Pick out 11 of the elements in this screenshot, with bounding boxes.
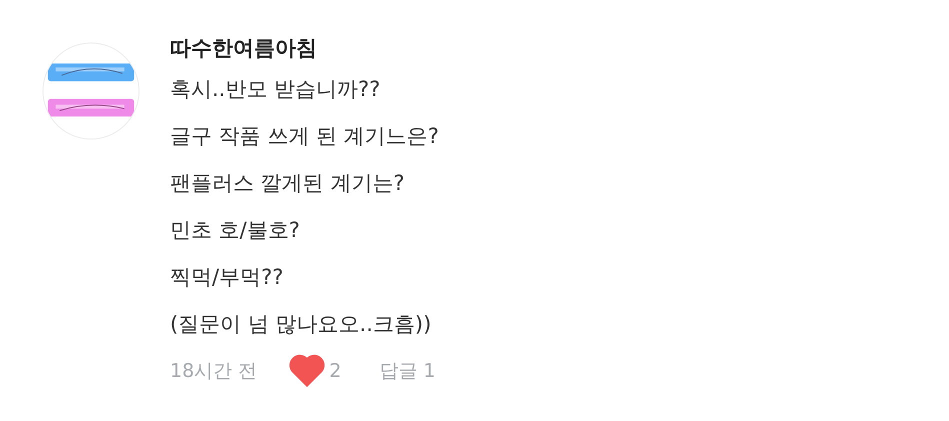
comment-text: 혹시..반모 받습니까??	[170, 76, 382, 103]
comment-text: 팬플러스 깔게된 계기는?	[170, 170, 406, 197]
reply-button[interactable]: 답글 1	[379, 358, 436, 384]
comment-text: 민초 호/불호?	[170, 217, 301, 244]
like-button[interactable]: 2	[289, 354, 342, 387]
comment-text: 찍먹/부먹??	[170, 264, 284, 291]
timestamp: 18시간 전	[170, 358, 258, 384]
like-count: 2	[329, 360, 342, 382]
comment-text: 글구 작품 쓰게 된 계기느은?	[170, 123, 439, 150]
author-name[interactable]: 따수한여름아침	[170, 30, 439, 66]
comment-text: (질문이 넘 많나요오..크흠))	[170, 311, 432, 338]
